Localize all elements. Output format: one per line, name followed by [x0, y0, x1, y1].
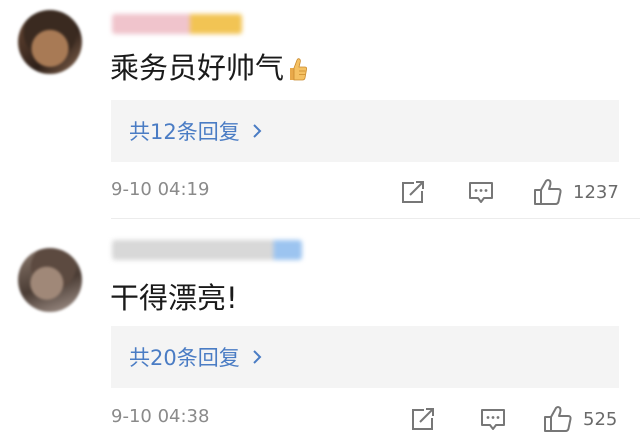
comment-meta: 9-10 04:19 1237: [111, 177, 623, 207]
share-button[interactable]: [409, 404, 437, 434]
comment-item: 乘务员好帅气 共12条回复 9-10 04:19 1237: [0, 0, 640, 218]
reply-button[interactable]: [479, 404, 507, 434]
view-replies-button[interactable]: 共12条回复: [111, 100, 619, 162]
reply-button[interactable]: [467, 177, 495, 207]
reply-summary: 共12条回复: [129, 120, 240, 144]
like-count: 525: [583, 408, 618, 430]
share-button[interactable]: [399, 177, 427, 207]
share-icon: [412, 408, 434, 430]
comment-text: 干得漂亮!: [110, 281, 238, 315]
thumbs-up-icon: [286, 54, 308, 81]
like-button[interactable]: 1237: [533, 177, 619, 207]
username-blurred[interactable]: [112, 240, 302, 260]
avatar[interactable]: [18, 10, 82, 74]
timestamp: 9-10 04:38: [111, 406, 210, 427]
timestamp: 9-10 04:19: [111, 179, 210, 200]
comment-item: 干得漂亮! 共20条回复 9-10 04:38 525: [0, 218, 640, 436]
username-blurred[interactable]: [112, 14, 242, 34]
view-replies-button[interactable]: 共20条回复: [111, 326, 619, 388]
like-icon: [544, 406, 572, 432]
reply-summary: 共20条回复: [129, 346, 240, 370]
comment-icon: [481, 409, 505, 430]
comment-meta: 9-10 04:38 525: [111, 404, 623, 434]
comment-list: 乘务员好帅气 共12条回复 9-10 04:19 1237 干得漂亮! 共20条…: [0, 0, 640, 436]
chevron-right-icon: [252, 123, 262, 139]
comment-icon: [469, 182, 493, 203]
share-icon: [402, 181, 424, 203]
like-button[interactable]: 525: [543, 404, 617, 434]
like-icon: [534, 179, 562, 205]
like-count: 1237: [573, 181, 619, 203]
comment-text-wrapper: 乘务员好帅气: [110, 50, 308, 86]
comment-text: 乘务员好帅气: [110, 51, 285, 85]
avatar[interactable]: [18, 248, 82, 312]
chevron-right-icon: [252, 349, 262, 365]
